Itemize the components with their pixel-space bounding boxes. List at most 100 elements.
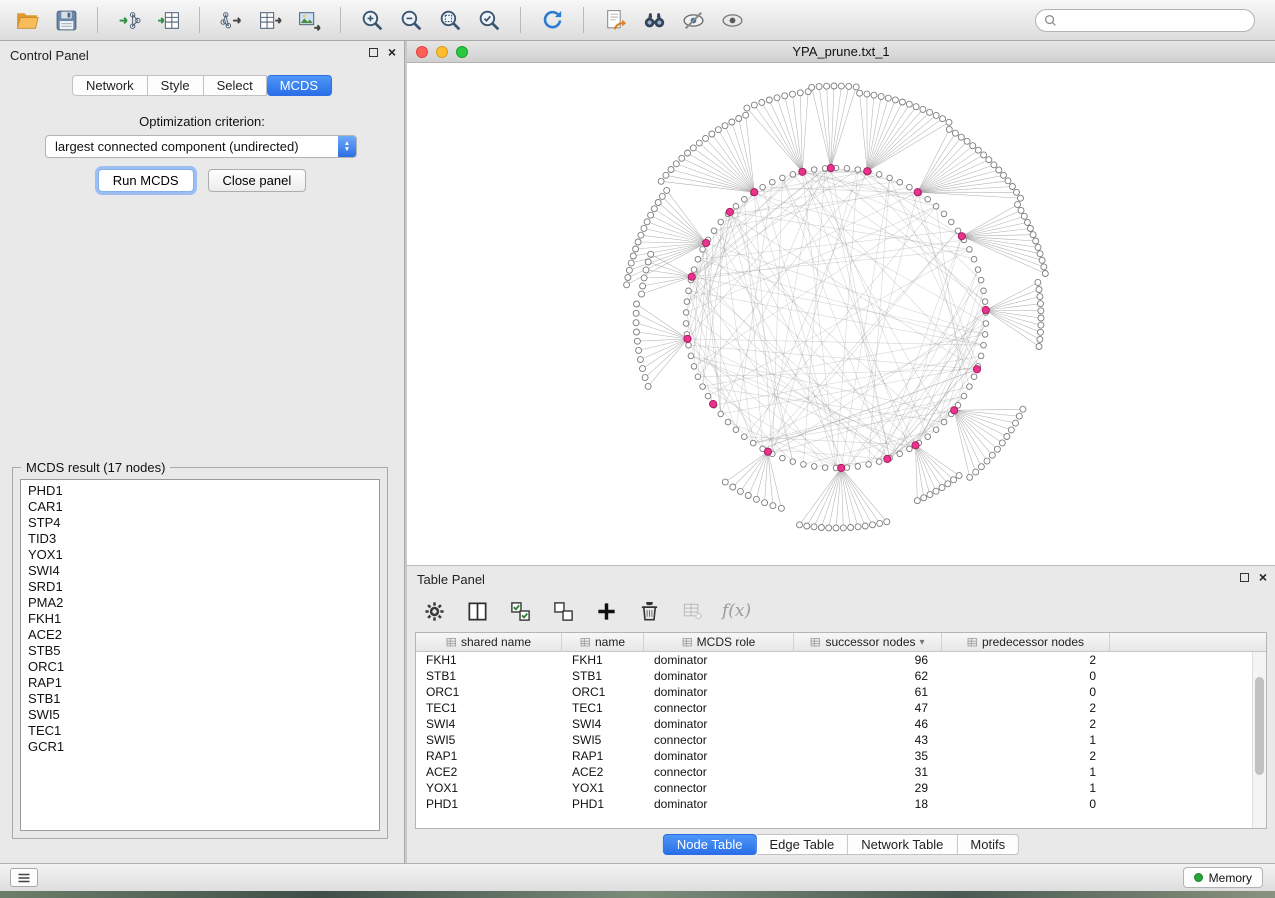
float-table-panel-icon[interactable] <box>1240 573 1249 582</box>
status-bar: Memory <box>0 863 1275 891</box>
table-row[interactable]: SWI4SWI4dominator462 <box>416 716 1266 732</box>
table-row[interactable]: SWI5SWI5connector431 <box>416 732 1266 748</box>
tab-motifs[interactable]: Motifs <box>957 834 1019 855</box>
tab-node-table[interactable]: Node Table <box>663 834 757 855</box>
mcds-result-item[interactable]: YOX1 <box>21 547 379 563</box>
mcds-result-item[interactable]: PHD1 <box>21 483 379 499</box>
mcds-result-item[interactable]: ACE2 <box>21 627 379 643</box>
scrollbar-thumb[interactable] <box>1255 677 1264 776</box>
delete-icon[interactable] <box>636 598 662 624</box>
zoom-selected-icon[interactable] <box>474 5 504 35</box>
open-file-icon[interactable] <box>12 5 42 35</box>
maximize-window-traffic-light[interactable] <box>456 46 468 58</box>
cell: 2 <box>942 748 1110 764</box>
column-header-shared-name[interactable]: shared name <box>416 633 562 651</box>
table-row[interactable]: STB1STB1dominator620 <box>416 668 1266 684</box>
desktop: Control Panel × NetworkStyleSelectMCDS O… <box>0 0 1275 898</box>
columns-icon[interactable] <box>464 598 490 624</box>
export-table-icon[interactable] <box>255 5 285 35</box>
search-box[interactable] <box>1035 9 1255 32</box>
cell: dominator <box>644 716 794 732</box>
table-row[interactable]: ACE2ACE2connector311 <box>416 764 1266 780</box>
close-panel-icon[interactable]: × <box>388 47 396 57</box>
minimize-window-traffic-light[interactable] <box>436 46 448 58</box>
cell: STB1 <box>562 668 644 684</box>
mcds-result-item[interactable]: TID3 <box>21 531 379 547</box>
search-binoculars-icon[interactable] <box>639 5 669 35</box>
cell: SWI4 <box>416 716 562 732</box>
cell: STB1 <box>416 668 562 684</box>
zoom-fit-icon[interactable] <box>435 5 465 35</box>
column-header-successor-nodes[interactable]: successor nodes▾ <box>794 633 942 651</box>
select-stepper-icon: ▲▼ <box>338 136 356 157</box>
gear-icon[interactable] <box>421 598 447 624</box>
table-scrollbar[interactable] <box>1252 652 1266 828</box>
tab-select[interactable]: Select <box>204 75 267 96</box>
zoom-in-icon[interactable] <box>357 5 387 35</box>
select-all-icon[interactable] <box>507 598 533 624</box>
export-image-icon[interactable] <box>294 5 324 35</box>
close-window-traffic-light[interactable] <box>416 46 428 58</box>
table-row[interactable]: YOX1YOX1connector291 <box>416 780 1266 796</box>
tab-mcds[interactable]: MCDS <box>267 75 332 96</box>
add-icon[interactable] <box>593 598 619 624</box>
desktop-background <box>0 891 1275 898</box>
export-network-icon[interactable] <box>216 5 246 35</box>
table-row[interactable]: FKH1FKH1dominator962 <box>416 652 1266 668</box>
table-row[interactable]: TEC1TEC1connector472 <box>416 700 1266 716</box>
function-builder-fx[interactable]: f(x) <box>722 598 751 624</box>
mcds-result-item[interactable]: FKH1 <box>21 611 379 627</box>
table-row[interactable]: PHD1PHD1dominator180 <box>416 796 1266 812</box>
run-mcds-button[interactable]: Run MCDS <box>98 169 194 192</box>
mcds-result-item[interactable]: SWI4 <box>21 563 379 579</box>
import-network-icon[interactable] <box>114 5 144 35</box>
mcds-result-item[interactable]: GCR1 <box>21 739 379 755</box>
column-header-name[interactable]: name <box>562 633 644 651</box>
mcds-result-item[interactable]: PMA2 <box>21 595 379 611</box>
mcds-result-list[interactable]: PHD1CAR1STP4TID3YOX1SWI4SRD1PMA2FKH1ACE2… <box>20 479 380 831</box>
destroy-table-icon[interactable] <box>679 598 705 624</box>
column-header-predecessor-nodes[interactable]: predecessor nodes <box>942 633 1110 651</box>
import-table-icon[interactable] <box>153 5 183 35</box>
mcds-result-item[interactable]: STP4 <box>21 515 379 531</box>
mcds-result-item[interactable]: RAP1 <box>21 675 379 691</box>
column-header-MCDS-role[interactable]: MCDS role <box>644 633 794 651</box>
memory-button[interactable]: Memory <box>1183 867 1263 888</box>
cell: FKH1 <box>416 652 562 668</box>
mcds-result-item[interactable]: STB5 <box>21 643 379 659</box>
toolbar-separator <box>340 7 341 33</box>
float-panel-icon[interactable] <box>369 48 378 57</box>
tab-network-table[interactable]: Network Table <box>848 834 957 855</box>
list-icon <box>16 871 32 885</box>
mcds-result-item[interactable]: STB1 <box>21 691 379 707</box>
filter-eye-icon[interactable] <box>678 5 708 35</box>
mcds-result-item[interactable]: ORC1 <box>21 659 379 675</box>
cell: dominator <box>644 668 794 684</box>
close-panel-button[interactable]: Close panel <box>208 169 307 192</box>
view-eye-icon[interactable] <box>717 5 747 35</box>
clear-selection-icon[interactable] <box>550 598 576 624</box>
refresh-icon[interactable] <box>537 5 567 35</box>
mcds-result-item[interactable]: SRD1 <box>21 579 379 595</box>
mcds-result-item[interactable]: CAR1 <box>21 499 379 515</box>
tab-edge-table[interactable]: Edge Table <box>756 834 848 855</box>
save-session-icon[interactable] <box>51 5 81 35</box>
cell: dominator <box>644 684 794 700</box>
cell: RAP1 <box>416 748 562 764</box>
mcds-result-item[interactable]: SWI5 <box>21 707 379 723</box>
tab-style[interactable]: Style <box>148 75 204 96</box>
close-table-panel-icon[interactable]: × <box>1259 572 1267 582</box>
task-history-button[interactable] <box>10 868 38 887</box>
optimization-select[interactable]: largest connected component (undirected)… <box>45 135 357 158</box>
mcds-result-item[interactable]: TEC1 <box>21 723 379 739</box>
zoom-out-icon[interactable] <box>396 5 426 35</box>
table-row[interactable]: RAP1RAP1dominator352 <box>416 748 1266 764</box>
network-window-titlebar[interactable]: YPA_prune.txt_1 <box>407 41 1275 63</box>
network-graph[interactable] <box>407 63 1275 565</box>
cell: RAP1 <box>562 748 644 764</box>
search-input[interactable] <box>1062 13 1246 28</box>
table-row[interactable]: ORC1ORC1dominator610 <box>416 684 1266 700</box>
share-document-icon[interactable] <box>600 5 630 35</box>
cell: connector <box>644 780 794 796</box>
tab-network[interactable]: Network <box>72 75 148 96</box>
